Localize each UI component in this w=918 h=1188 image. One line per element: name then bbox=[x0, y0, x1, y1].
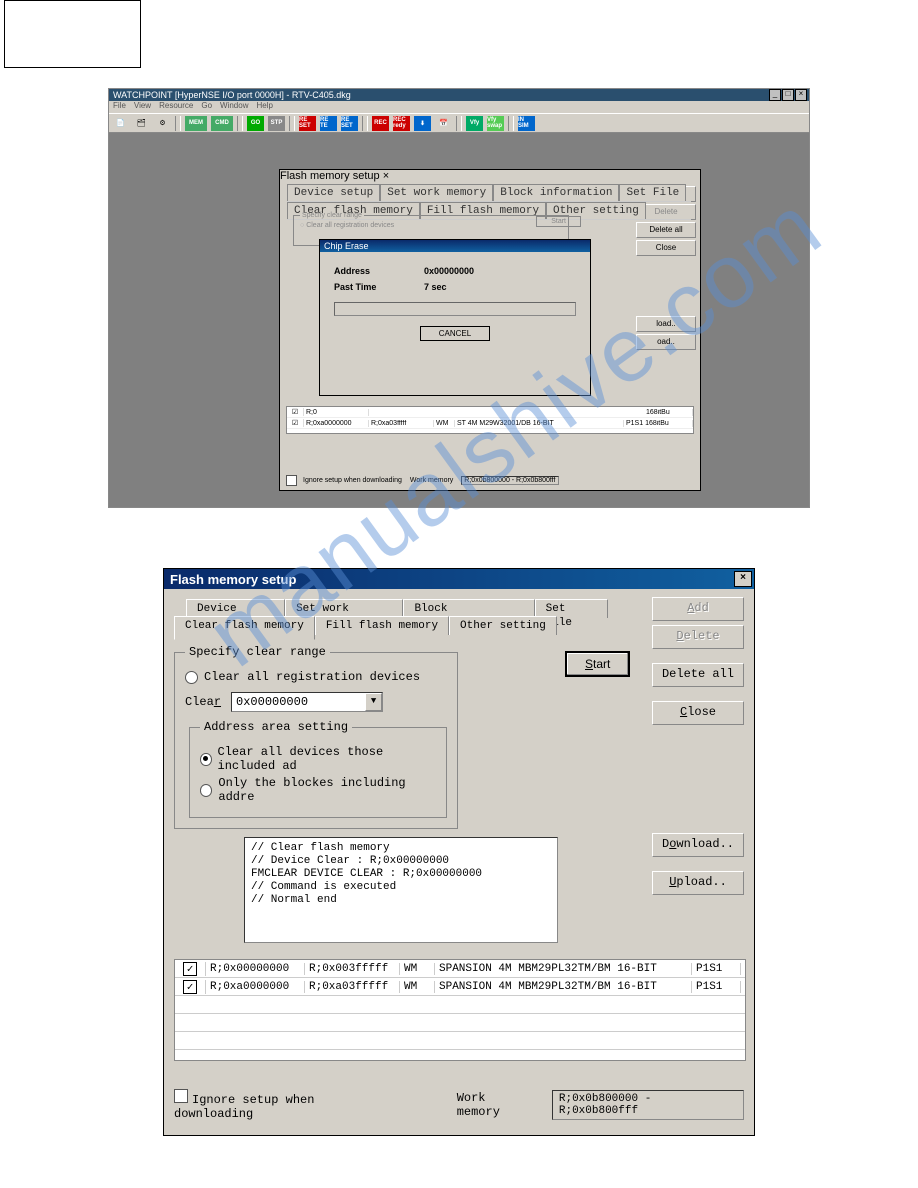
bgwin-titlebar: Flash memory setup × bbox=[280, 170, 700, 182]
bg-row-2: ☑ R;0xa0000000 R;0xa03fffff WM ST 4M M29… bbox=[287, 418, 693, 429]
app-titlebar: WATCHPOINT [HyperNSE I/O port 0000H] - R… bbox=[109, 89, 809, 101]
toolbar-vfy[interactable]: Vfy bbox=[465, 115, 484, 132]
toolbar-reset[interactable]: RE SET bbox=[298, 115, 317, 132]
table-row: ✓ R;0xa0000000 R;0xa03fffff WM SPANSION … bbox=[175, 978, 745, 996]
cancel-button[interactable]: CANCEL bbox=[420, 326, 490, 341]
bg-close-button[interactable]: Close bbox=[636, 240, 696, 256]
dialog-footer: Ignore setup when downloading Work memor… bbox=[174, 1089, 744, 1121]
start-button[interactable]: Start bbox=[565, 651, 630, 677]
maximize-button[interactable]: □ bbox=[782, 89, 794, 101]
toolbar-mem[interactable]: MEM bbox=[184, 115, 208, 132]
page-corner-box bbox=[4, 0, 141, 68]
toolbar-reset2[interactable]: RE SET bbox=[340, 115, 359, 132]
bg-delete-all-button[interactable]: Delete all bbox=[636, 222, 696, 238]
address-area-setting-group: Address area setting Clear all devices t… bbox=[189, 720, 447, 818]
work-memory-label: Work memory bbox=[457, 1091, 536, 1119]
tab-fill-flash[interactable]: Fill flash memory bbox=[315, 616, 449, 635]
menu-file[interactable]: File bbox=[113, 101, 126, 113]
specify-clear-range-group: Specify clear range Clear all registrati… bbox=[174, 645, 458, 829]
clear-label: Clear bbox=[185, 695, 221, 709]
bg-tab-setfile[interactable]: Set File bbox=[619, 184, 686, 201]
row2-checkbox[interactable]: ✓ bbox=[183, 980, 197, 994]
bg-device-list: ☑ R;0 168itBu ☑ R;0xa0000000 R;0xa03ffff… bbox=[286, 406, 694, 434]
download-button[interactable]: Download.. bbox=[652, 833, 744, 857]
dropdown-arrow-icon[interactable]: ▼ bbox=[365, 693, 382, 711]
menu-go[interactable]: Go bbox=[201, 101, 212, 113]
flash-memory-setup-dialog: Flash memory setup × Device setup Set wo… bbox=[163, 568, 755, 1136]
radio-clear-all-devices[interactable]: Clear all devices those included ad bbox=[200, 745, 436, 773]
desktop-window: WATCHPOINT [HyperNSE I/O port 0000H] - R… bbox=[108, 88, 810, 508]
add-button[interactable]: Add bbox=[652, 597, 744, 621]
bgwin-title: Flash memory setup bbox=[280, 170, 380, 182]
modal-title: Chip Erase bbox=[320, 240, 590, 252]
toolbar-cal[interactable]: 📅 bbox=[434, 115, 453, 132]
bg-tab-block[interactable]: Block information bbox=[493, 184, 619, 201]
minimize-button[interactable]: _ bbox=[769, 89, 781, 101]
menu-help[interactable]: Help bbox=[256, 101, 272, 113]
bg-row-1: ☑ R;0 168itBu bbox=[287, 407, 693, 418]
toolbar-rec[interactable]: REC bbox=[371, 115, 390, 132]
toolbar-stop[interactable]: STP bbox=[267, 115, 286, 132]
toolbar-blue1[interactable]: ⬇ bbox=[413, 115, 432, 132]
radio-clear-all[interactable]: Clear all registration devices bbox=[185, 670, 447, 684]
dialog-close-button[interactable]: × bbox=[734, 571, 752, 587]
menu-view[interactable]: View bbox=[134, 101, 151, 113]
dialog-tabs: Device setup Set work memory Block infor… bbox=[174, 599, 608, 639]
log-output: // Clear flash memory // Device Clear : … bbox=[244, 837, 558, 943]
work-memory-value: R;0x0b800000 - R;0x0b800fff bbox=[552, 1090, 744, 1120]
bg-download-button[interactable]: load.. bbox=[636, 316, 696, 332]
clear-address-combo[interactable]: 0x00000000 ▼ bbox=[231, 692, 383, 712]
menubar: File View Resource Go Window Help bbox=[109, 101, 809, 113]
tab-clear-flash[interactable]: Clear flash memory bbox=[174, 616, 315, 640]
delete-all-button[interactable]: Delete all bbox=[652, 663, 744, 687]
toolbar-go[interactable]: GO bbox=[246, 115, 265, 132]
toolbar-btn-2[interactable]: 🗂 bbox=[132, 115, 151, 132]
radio-only-blocks[interactable]: Only the blockes including addre bbox=[200, 776, 436, 804]
menu-window[interactable]: Window bbox=[220, 101, 248, 113]
device-table: ✓ R;0x00000000 R;0x003fffff WM SPANSION … bbox=[174, 959, 746, 1061]
upload-button[interactable]: Upload.. bbox=[652, 871, 744, 895]
bg-tab-device[interactable]: Device setup bbox=[287, 184, 380, 201]
ignore-setup-checkbox[interactable]: Ignore setup when downloading bbox=[174, 1089, 401, 1121]
app-title: WATCHPOINT [HyperNSE I/O port 0000H] - R… bbox=[113, 89, 351, 101]
bg-footer: Ignore setup when downloading Work memor… bbox=[286, 475, 694, 486]
toolbar-insim[interactable]: IN SIM bbox=[517, 115, 536, 132]
tab-other-setting[interactable]: Other setting bbox=[449, 616, 557, 635]
dialog-title: Flash memory setup bbox=[170, 572, 296, 587]
row1-checkbox[interactable]: ✓ bbox=[183, 962, 197, 976]
toolbar-rete[interactable]: RE TE bbox=[319, 115, 338, 132]
menu-resource[interactable]: Resource bbox=[159, 101, 193, 113]
toolbar-cmd[interactable]: CMD bbox=[210, 115, 234, 132]
toolbar-vfyswap[interactable]: Vfy swap bbox=[486, 115, 505, 132]
toolbar-btn-3[interactable]: ⚙ bbox=[153, 115, 172, 132]
toolbar-recrdy[interactable]: REC redy bbox=[392, 115, 411, 132]
progress-bar bbox=[334, 302, 576, 316]
toolbar-btn-1[interactable]: 📄 bbox=[111, 115, 130, 132]
close-button[interactable]: Close bbox=[652, 701, 744, 725]
toolbar: 📄 🗂 ⚙ MEM CMD GO STP RE SET RE TE RE SET… bbox=[109, 113, 809, 133]
chip-erase-dialog: Chip Erase Address0x00000000 Past Time7 … bbox=[319, 239, 591, 396]
bg-tab-workmem[interactable]: Set work memory bbox=[380, 184, 493, 201]
delete-button[interactable]: Delete bbox=[652, 625, 744, 649]
close-button[interactable]: × bbox=[795, 89, 807, 101]
table-row: ✓ R;0x00000000 R;0x003fffff WM SPANSION … bbox=[175, 960, 745, 978]
bg-upload-button[interactable]: oad.. bbox=[636, 334, 696, 350]
bgwin-close[interactable]: × bbox=[383, 170, 389, 182]
bg-start-button[interactable]: Start bbox=[536, 216, 581, 227]
